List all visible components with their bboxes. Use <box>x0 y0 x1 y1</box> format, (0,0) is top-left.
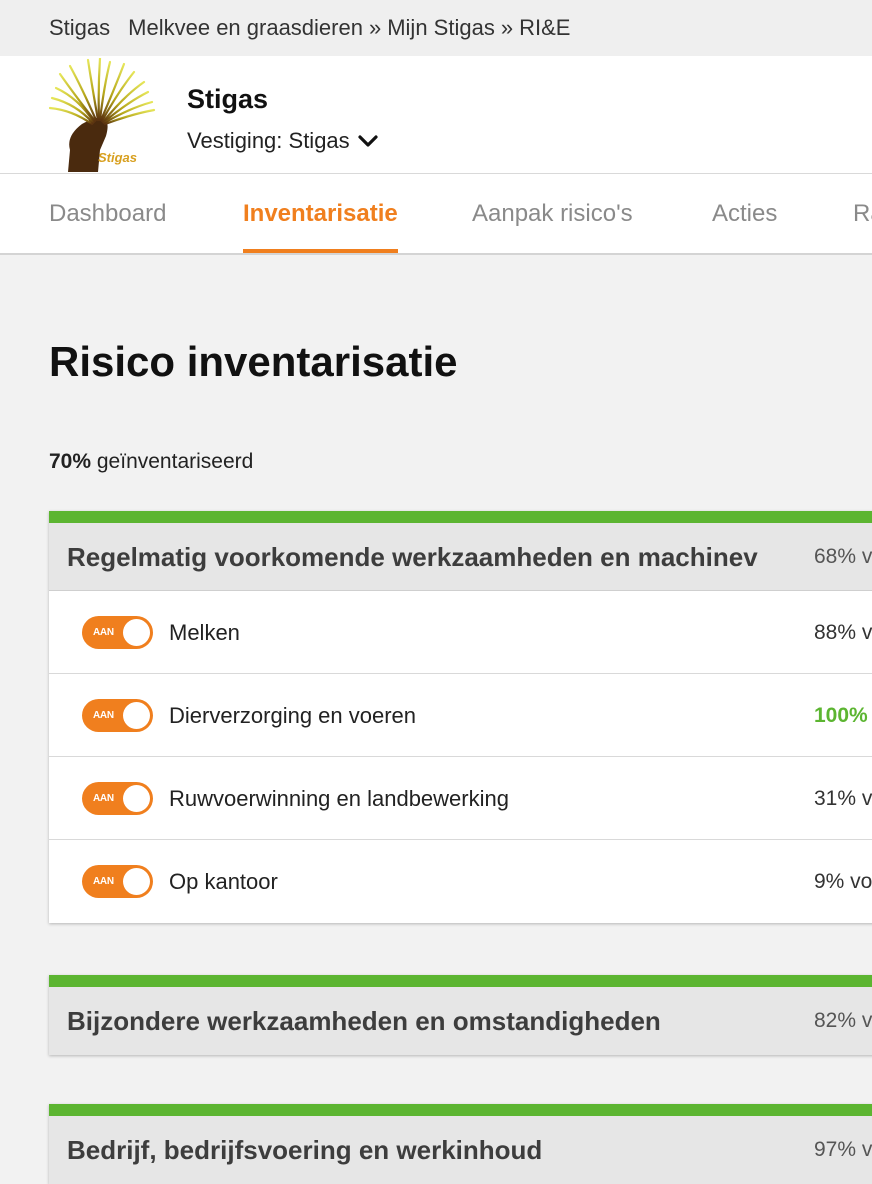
toggle-knob <box>123 868 150 895</box>
tab-aanpak-risicos[interactable]: Aanpak risico's <box>472 174 633 253</box>
section-percent: 82% v <box>814 1009 872 1032</box>
aan-toggle[interactable]: AAN <box>82 865 153 898</box>
section-card: Regelmatig voorkomende werkzaamheden en … <box>49 511 872 923</box>
tab-dashboard[interactable]: Dashboard <box>49 174 166 253</box>
item-percent: 31% v <box>814 787 872 810</box>
toggle-knob <box>123 785 150 812</box>
item-percent: 9% vo <box>814 870 872 893</box>
section-title: Bijzondere werkzaamheden en omstandighed… <box>67 1006 661 1036</box>
aan-toggle[interactable]: AAN <box>82 699 153 732</box>
section-header[interactable]: Regelmatig voorkomende werkzaamheden en … <box>49 523 872 591</box>
vestiging-selector[interactable]: Vestiging: Stigas <box>187 128 378 154</box>
breadcrumb-section-link[interactable]: Melkvee en graasdieren <box>128 15 363 41</box>
toggle-knob <box>123 702 150 729</box>
chevron-down-icon <box>358 135 378 147</box>
page-title: Risico inventarisatie <box>49 338 458 385</box>
toggle-label: AAN <box>93 793 114 804</box>
section-percent: 68% v <box>814 545 872 568</box>
item-label: Dierverzorging en voeren <box>169 703 417 728</box>
section-title: Bedrijf, bedrijfsvoering en werkinhoud <box>67 1135 543 1165</box>
section-card: Bedrijf, bedrijfsvoering en werkinhoud 9… <box>49 1104 872 1184</box>
tab-inventarisatie[interactable]: Inventarisatie <box>243 174 398 253</box>
breadcrumb-trail: Melkvee en graasdieren » Mijn Stigas » R… <box>128 15 570 41</box>
section-card: Bijzondere werkzaamheden en omstandighed… <box>49 975 872 1055</box>
stigas-logo-icon: Stigas <box>48 56 156 172</box>
item-label: Op kantoor <box>169 869 278 894</box>
logo-wordmark: Stigas <box>98 150 137 165</box>
tab-rapportage[interactable]: Ra <box>853 174 872 253</box>
list-item[interactable]: AAN Op kantoor 9% vo <box>49 840 872 923</box>
overall-progress: 70% geïnventariseerd <box>49 450 253 474</box>
section-header[interactable]: Bedrijf, bedrijfsvoering en werkinhoud 9… <box>49 1116 872 1184</box>
item-label: Ruwvoerwinning en landbewerking <box>169 786 509 811</box>
toggle-label: AAN <box>93 876 114 887</box>
vestiging-label: Vestiging: Stigas <box>187 128 350 153</box>
aan-toggle[interactable]: AAN <box>82 782 153 815</box>
section-percent: 97% v <box>814 1138 872 1161</box>
main-navigation: Dashboard Inventarisatie Aanpak risico's… <box>0 174 872 255</box>
overall-progress-value: 70% <box>49 450 92 473</box>
breadcrumb: Stigas Melkvee en graasdieren » Mijn Sti… <box>0 0 872 56</box>
list-item[interactable]: AAN Ruwvoerwinning en landbewerking 31% … <box>49 757 872 840</box>
overall-progress-text: geïnventariseerd <box>96 450 254 473</box>
item-percent: 100% <box>814 704 868 727</box>
list-item[interactable]: AAN Melken 88% v <box>49 591 872 674</box>
stigas-logo[interactable]: Stigas <box>48 56 156 172</box>
item-percent: 88% v <box>814 621 872 644</box>
list-item[interactable]: AAN Dierverzorging en voeren 100% <box>49 674 872 757</box>
aan-toggle[interactable]: AAN <box>82 616 153 649</box>
breadcrumb-site-link[interactable]: Stigas <box>49 15 110 41</box>
toggle-knob <box>123 619 150 646</box>
toggle-label: AAN <box>93 627 114 638</box>
toggle-label: AAN <box>93 710 114 721</box>
organisation-name: Stigas <box>187 84 269 114</box>
tab-acties[interactable]: Acties <box>712 174 777 253</box>
breadcrumb-mijn-link[interactable]: Mijn Stigas <box>387 15 495 41</box>
section-title: Regelmatig voorkomende werkzaamheden en … <box>67 542 758 572</box>
breadcrumb-separator: » <box>500 15 514 40</box>
breadcrumb-separator: » <box>368 15 382 40</box>
site-header: Stigas Stigas Vestiging: Stigas <box>0 56 872 174</box>
breadcrumb-current[interactable]: RI&E <box>519 15 570 41</box>
item-label: Melken <box>169 620 240 645</box>
section-header[interactable]: Bijzondere werkzaamheden en omstandighed… <box>49 987 872 1055</box>
